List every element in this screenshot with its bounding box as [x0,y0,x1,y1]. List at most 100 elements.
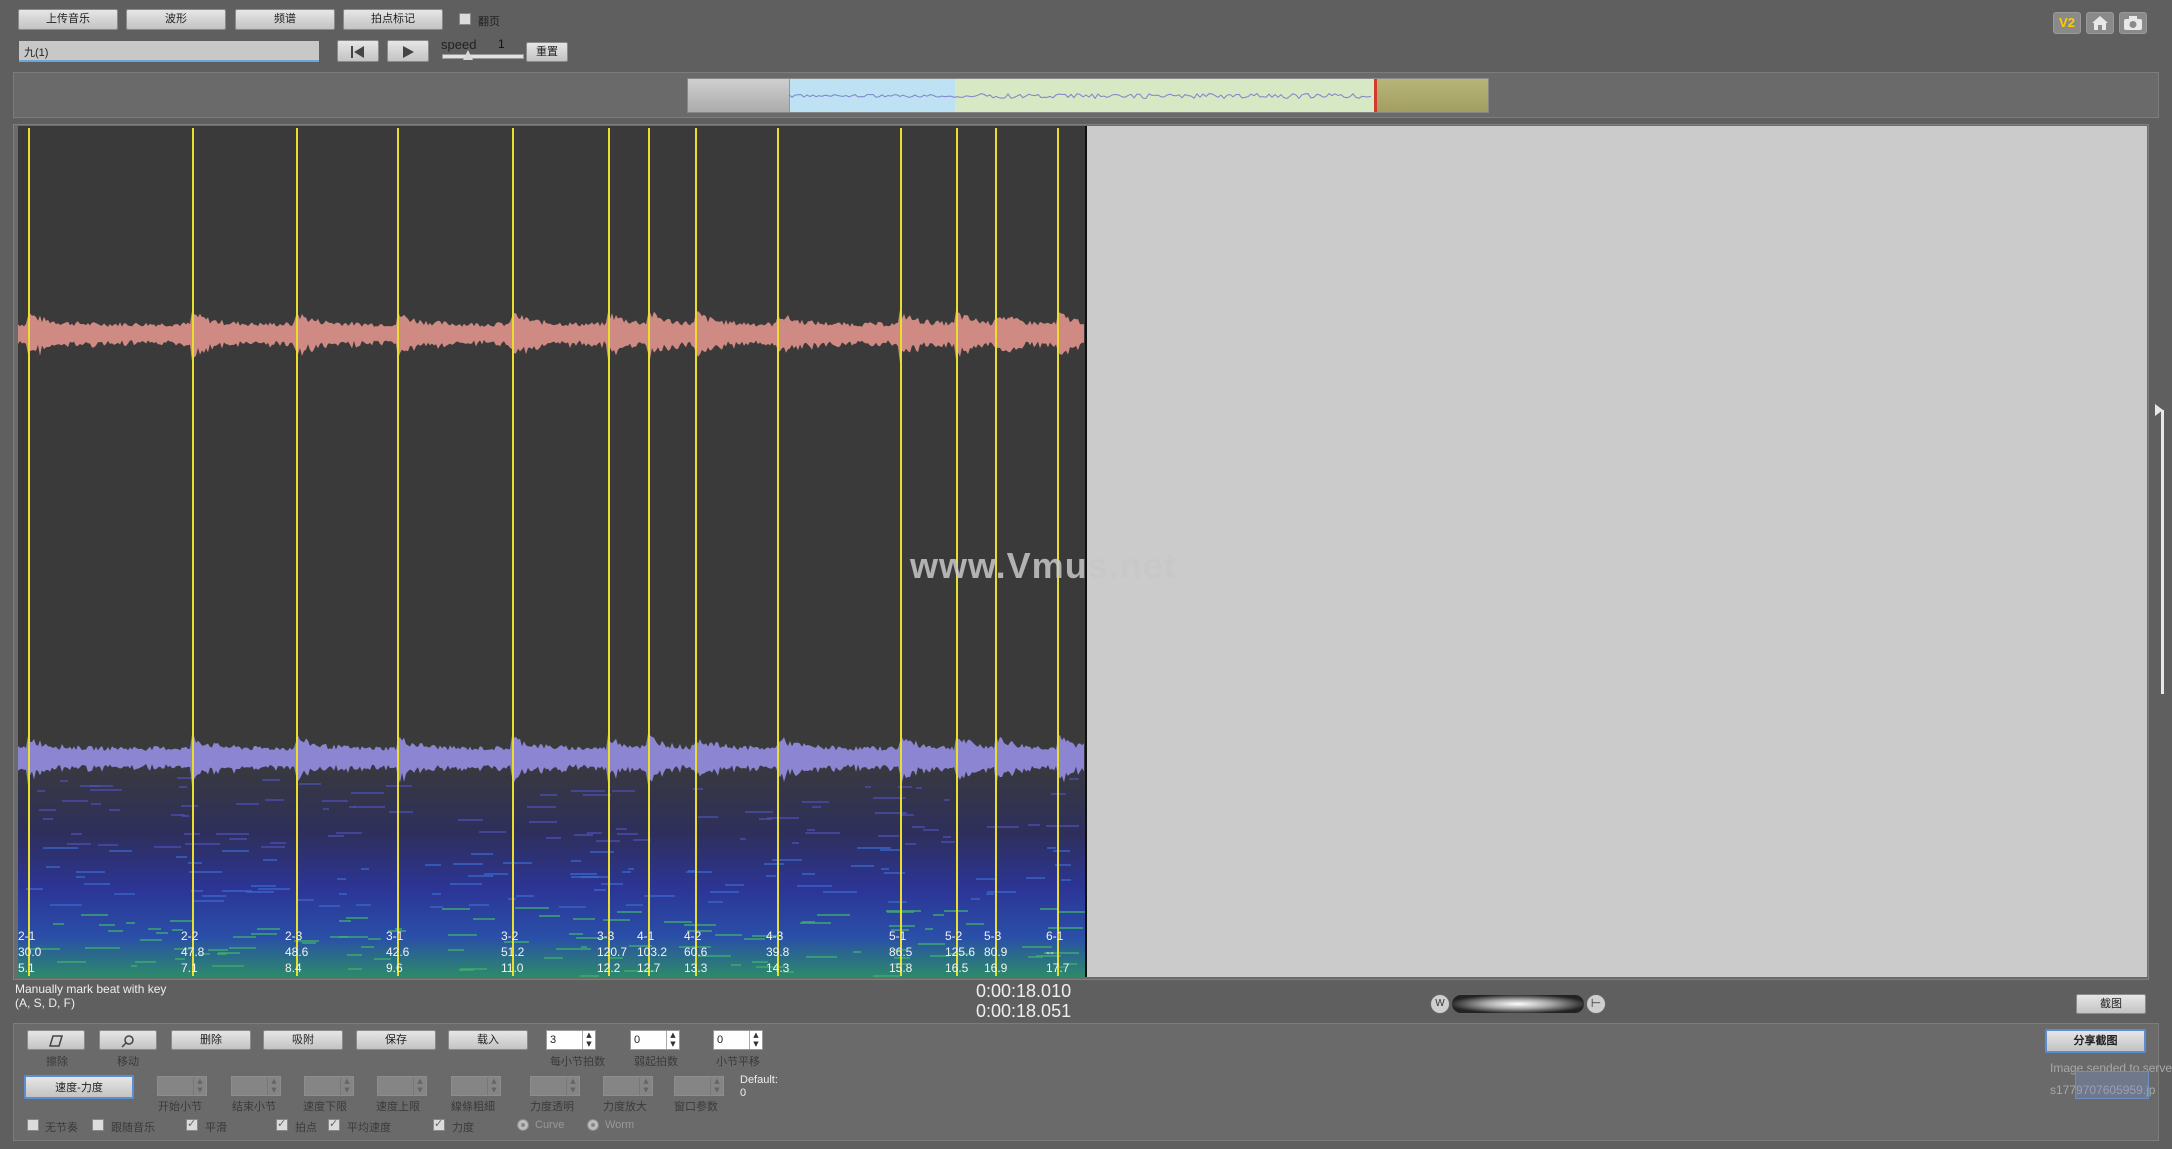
no-rhythm-label: 无节奏 [45,1122,78,1134]
bar-offset-label: 小节平移 [716,1056,760,1068]
home-icon[interactable] [2086,12,2114,34]
end-bar-stepper[interactable]: ▲ ▼ [231,1076,281,1096]
default-value: 0 [740,1087,747,1099]
speed-slider-thumb[interactable] [463,50,473,60]
overview-waveform [788,92,1372,100]
song-name-field[interactable]: 九(1) [19,41,319,62]
zoom-control[interactable]: W ⊢ [1430,993,1610,1015]
beat-mark-button[interactable]: 拍点标记 [343,9,443,30]
beat-label: 4-1 [637,929,655,943]
beat-line[interactable] [777,128,779,976]
vertical-scrollbar[interactable] [2161,410,2164,694]
erase-button[interactable] [27,1030,85,1050]
curve-radio[interactable] [517,1119,529,1131]
watermark: www.Vmus.net [910,545,1177,586]
beat-line[interactable] [512,128,514,976]
spectrum-button[interactable]: 频谱 [235,9,335,30]
beat-tempo: 125.6 [945,945,976,959]
zoom-in-icon[interactable]: ⊢ [1586,994,1606,1014]
skip-to-start-button[interactable] [337,40,379,62]
upload-music-button[interactable]: 上传音乐 [18,9,118,30]
time-total: 0:00:18.051 [976,1001,1072,1021]
scroll-arrow-icon[interactable] [2155,404,2163,416]
zoom-out-icon[interactable]: W [1430,994,1450,1014]
reset-speed-button[interactable]: 重置 [526,42,568,62]
beat-time: 16.5 [945,961,969,975]
worm-radio[interactable] [587,1119,599,1131]
start-bar-stepper[interactable]: ▲ ▼ [157,1076,207,1096]
beat-label: 5-3 [984,929,1002,943]
bar-offset-stepper[interactable]: 0 ▲ ▼ [713,1030,763,1050]
force-checkbox[interactable] [433,1117,445,1131]
window-params-label: 窗口参数 [674,1101,718,1113]
camera-icon[interactable] [2119,12,2147,34]
line-width-stepper[interactable]: ▲ ▼ [451,1076,501,1096]
time-current: 0:00:18.010 [976,981,1072,1001]
line-width-label: 線條粗細 [451,1101,495,1113]
overview-navigator[interactable] [687,78,1489,113]
speed-force-tab[interactable]: 速度-力度 [24,1075,134,1099]
beat-tempo: 103.2 [637,945,668,959]
avg-speed-checkbox[interactable] [328,1117,340,1131]
beat-label: 5-1 [889,929,907,943]
beat-tempo: 47.8 [181,945,205,959]
share-thumbnail[interactable] [2075,1071,2149,1099]
beat-label: 4-3 39.8 14.3 [766,928,789,976]
beat-tempo: 42.6 [386,945,410,959]
beat-tempo: 120.7 [597,945,628,959]
force-transparency-stepper[interactable]: ▲ ▼ [530,1076,580,1096]
beat-label: 2-3 48.6 8.4 [285,928,308,976]
screenshot-button[interactable]: 截图 [2076,994,2146,1014]
beat-label: 4-2 [684,929,702,943]
play-button[interactable] [387,40,429,62]
beat-line[interactable] [648,128,650,976]
move-label: 移动 [117,1056,139,1068]
beat-label: 6-1 -- 17.7 [1046,928,1069,976]
beat-line[interactable] [28,128,30,976]
load-button[interactable]: 载入 [448,1030,528,1050]
no-rhythm-checkbox[interactable] [27,1119,39,1131]
beat-line[interactable] [900,128,902,976]
beat-line[interactable] [695,128,697,976]
zoom-slider[interactable] [1452,995,1584,1013]
beat-time: 8.4 [285,961,302,975]
default-label: Default: [740,1074,778,1086]
share-screenshot-button[interactable]: 分享截图 [2045,1029,2146,1053]
waveform-button[interactable]: 波形 [126,9,226,30]
beat-label: 拍点 [295,1122,317,1134]
beat-label: 3-3 120.7 12.2 [597,928,627,976]
speed-slider[interactable] [442,54,524,59]
beat-line[interactable] [192,128,194,976]
speed-value: 1 [498,37,505,51]
delete-button[interactable]: 删除 [171,1030,251,1050]
smooth-checkbox[interactable] [186,1117,198,1131]
beat-checkbox[interactable] [276,1117,288,1131]
beat-label: 2-1 30.0 5.1 [18,928,41,976]
follow-music-checkbox[interactable] [92,1119,104,1131]
force-zoom-label: 力度放大 [603,1101,647,1113]
beat-label: 3-1 42.6 9.6 [386,928,409,976]
move-button[interactable] [99,1030,157,1050]
beat-tempo: -- [1046,945,1054,959]
save-button[interactable]: 保存 [356,1030,436,1050]
beat-time: 9.6 [386,961,403,975]
window-params-stepper[interactable]: ▲ ▼ [674,1076,724,1096]
beat-line[interactable] [397,128,399,976]
beats-per-bar-stepper[interactable]: 3 ▲ ▼ [546,1030,596,1050]
beat-label: 5-1 86.5 15.8 [889,928,912,976]
beat-time: 14.3 [766,961,790,975]
speed-lower-label: 速度下限 [303,1101,347,1113]
page-turn-checkbox[interactable] [459,13,471,25]
speed-lower-stepper[interactable]: ▲ ▼ [304,1076,354,1096]
snap-button[interactable]: 吸附 [263,1030,343,1050]
waveform-channel-top [18,309,1084,363]
beat-line[interactable] [608,128,610,976]
beat-time: 12.7 [637,961,661,975]
beat-line[interactable] [296,128,298,976]
speed-upper-stepper[interactable]: ▲ ▼ [377,1076,427,1096]
pickup-beats-stepper[interactable]: 0 ▲ ▼ [630,1030,680,1050]
v2-icon[interactable]: V2 [2053,12,2081,34]
force-zoom-stepper[interactable]: ▲ ▼ [603,1076,653,1096]
beat-time: 7.1 [181,961,198,975]
beat-time: 15.8 [889,961,913,975]
